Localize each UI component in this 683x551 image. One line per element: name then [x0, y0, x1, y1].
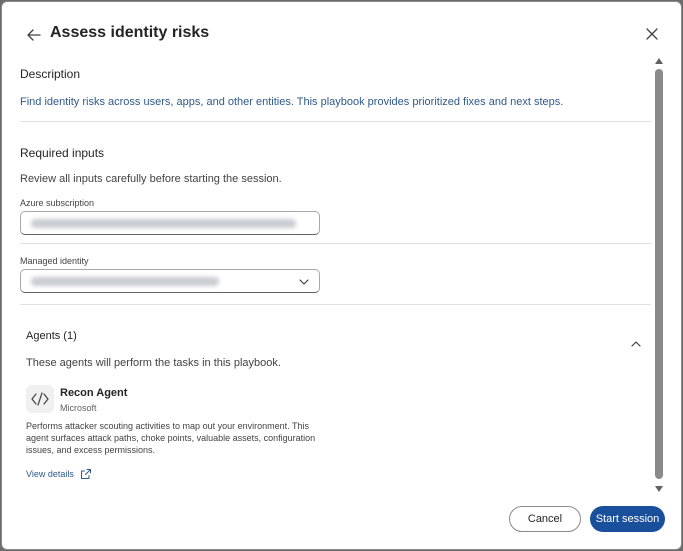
agent-description: Performs attacker scouting activities to…	[26, 421, 316, 455]
cancel-button[interactable]: Cancel	[509, 506, 581, 532]
agent-code-icon	[26, 385, 54, 413]
divider	[20, 243, 651, 244]
redacted-value	[31, 277, 219, 286]
scroll-up-arrow-icon[interactable]	[655, 57, 663, 65]
open-in-new-icon	[80, 469, 91, 479]
assess-identity-risks-dialog: Assess identity risks Description Find i…	[1, 1, 682, 550]
agents-subtitle: These agents will perform the tasks in t…	[26, 357, 281, 369]
scroll-down-arrow-icon[interactable]	[655, 485, 663, 493]
divider	[20, 304, 651, 305]
arrow-left-icon[interactable]	[24, 25, 44, 45]
required-inputs-label: Required inputs	[20, 146, 105, 160]
scrollbar[interactable]	[652, 57, 666, 497]
required-inputs-hint: Review all inputs carefully before start…	[20, 173, 282, 185]
dialog-title: Assess identity risks	[50, 24, 210, 41]
view-details-link[interactable]: View details	[26, 468, 92, 480]
divider	[20, 121, 651, 122]
view-details-label: View details	[26, 469, 74, 479]
managed-identity-dropdown[interactable]	[20, 269, 320, 293]
agent-name: Recon Agent	[60, 387, 128, 399]
dialog-header: Assess identity risks	[2, 2, 681, 64]
agents-section-title: Agents (1)	[26, 330, 77, 342]
close-icon[interactable]	[643, 25, 661, 43]
azure-subscription-label: Azure subscription	[20, 198, 95, 208]
chevron-up-icon[interactable]	[630, 338, 642, 350]
start-session-button[interactable]: Start session	[590, 506, 665, 532]
dialog-content: Description Find identity risks across u…	[2, 60, 652, 490]
scrollbar-thumb[interactable]	[655, 69, 663, 479]
managed-identity-label: Managed identity	[20, 256, 89, 266]
description-label: Description	[20, 67, 81, 81]
azure-subscription-input[interactable]	[20, 211, 320, 235]
description-text: Find identity risks across users, apps, …	[20, 96, 564, 108]
redacted-value	[31, 219, 296, 228]
agent-vendor: Microsoft	[60, 403, 97, 413]
chevron-down-icon	[299, 279, 309, 285]
